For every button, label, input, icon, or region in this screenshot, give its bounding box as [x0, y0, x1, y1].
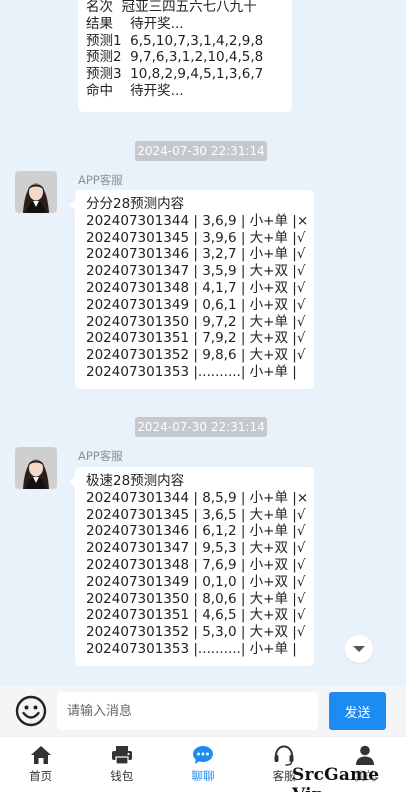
chat-area[interactable]: 名次 冠亚三四五六七八九十 结果 待开奖... 预测1 6,5,10,7,3,1… [0, 0, 406, 686]
message-input-bar: 发送 [0, 686, 406, 736]
prediction-row: 202407301345 | 3,6,5 | 大+单 |√ [86, 506, 306, 523]
tab-wallet[interactable]: 钱包 [81, 737, 162, 792]
headset-icon [274, 745, 294, 766]
prediction-row: 202407301345 | 3,9,6 | 大+单 |√ [86, 229, 306, 246]
card-line: 命中 待开奖... [86, 82, 184, 99]
tab-label: 首页 [29, 769, 53, 783]
message-input[interactable] [57, 692, 318, 730]
prediction-row: 202407301350 | 8,0,6 | 大+单 |√ [86, 590, 306, 607]
tab-label: 聊聊 [191, 769, 215, 783]
prediction-row: 202407301352 | 9,8,6 | 大+双 |√ [86, 347, 306, 364]
message-timestamp: 2024-07-30 22:31:14 [135, 141, 267, 161]
avatar[interactable] [15, 171, 57, 213]
prediction-row: 202407301351 | 4,6,5 | 大+双 |√ [86, 607, 306, 624]
send-button[interactable]: 发送 [329, 692, 386, 730]
prediction-row: 202407301347 | 3,5,9 | 大+双 |√ [86, 263, 306, 280]
watermark: SrcGame Vip [292, 765, 380, 792]
prediction-row: 202407301349 | 0,6,1 | 小+双 |√ [86, 296, 306, 313]
prediction-row: 202407301350 | 9,7,2 | 大+单 |√ [86, 313, 306, 330]
card-line: 结果 待开奖... [86, 15, 184, 32]
message-title: 极速28预测内容 [86, 473, 185, 489]
tab-label: 钱包 [110, 769, 134, 783]
card-line: 名次 冠亚三四五六七八九十 [86, 0, 257, 15]
home-icon [30, 746, 51, 764]
tab-chat[interactable]: 聊聊 [162, 737, 243, 792]
prediction-row: 202407301353 |..........| 小+单 | [86, 640, 297, 657]
message-timestamp: 2024-07-30 22:31:14 [135, 417, 267, 437]
prediction-row: 202407301348 | 7,6,9 | 小+双 |√ [86, 556, 306, 573]
card-line: 预测3 10,8,2,9,4,5,1,3,6,7 [86, 66, 264, 83]
card-line: 预测1 6,5,10,7,3,1,4,2,9,8 [86, 32, 264, 49]
chat-icon [192, 746, 213, 764]
card-line: 预测2 9,7,6,3,1,2,10,4,5,8 [86, 49, 264, 66]
scroll-to-bottom-button[interactable] [345, 635, 373, 663]
prediction-row: 202407301346 | 3,2,7 | 小+单 |√ [86, 246, 306, 263]
message-bubble: 极速28预测内容 202407301344 | 8,5,9 | 小+单 |× 2… [69, 467, 314, 666]
prediction-row: 202407301351 | 7,9,2 | 大+双 |√ [86, 330, 306, 347]
avatar-portrait-icon [15, 447, 57, 489]
prediction-row: 202407301344 | 8,5,9 | 小+单 |× [86, 489, 309, 506]
user-icon [356, 745, 375, 765]
prediction-row: 202407301346 | 6,1,2 | 小+单 |√ [86, 523, 306, 540]
avatar-portrait-icon [15, 171, 57, 213]
prediction-row: 202407301352 | 5,3,0 | 大+双 |√ [86, 624, 306, 641]
emoji-icon [15, 695, 47, 727]
prediction-row: 202407301353 |..........| 小+单 | [86, 363, 297, 380]
tab-home[interactable]: 首页 [0, 737, 81, 792]
sender-name: APP客服 [78, 449, 123, 463]
prediction-row: 202407301347 | 9,5,3 | 大+双 |√ [86, 540, 306, 557]
prediction-row: 202407301344 | 3,6,9 | 小+单 |× [86, 212, 309, 229]
prediction-row: 202407301348 | 4,1,7 | 小+双 |√ [86, 279, 306, 296]
emoji-button[interactable] [15, 695, 47, 727]
prediction-card-top: 名次 冠亚三四五六七八九十 结果 待开奖... 预测1 6,5,10,7,3,1… [78, 0, 292, 112]
avatar[interactable] [15, 447, 57, 489]
sender-name: APP客服 [78, 173, 123, 187]
wallet-icon [111, 746, 132, 765]
chevron-down-icon [353, 646, 365, 652]
message-title: 分分28预测内容 [86, 196, 185, 212]
message-bubble: 分分28预测内容 202407301344 | 3,6,9 | 小+单 |× 2… [69, 190, 314, 389]
prediction-row: 202407301349 | 0,1,0 | 小+双 |√ [86, 573, 306, 590]
